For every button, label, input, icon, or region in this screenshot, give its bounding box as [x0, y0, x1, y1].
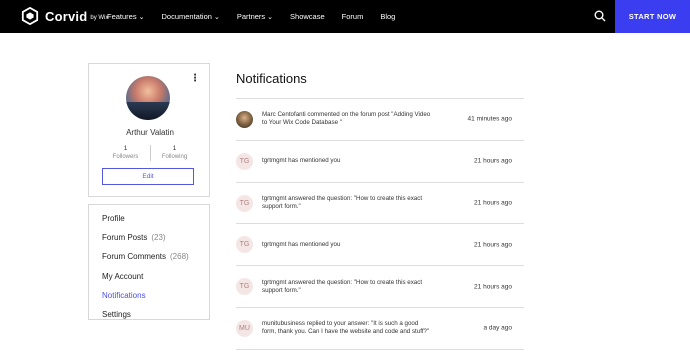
menu-item-forum-posts[interactable]: Forum Posts (23)	[89, 228, 209, 247]
nav-item-forum[interactable]: Forum	[342, 12, 364, 21]
start-now-button[interactable]: START NOW	[615, 0, 690, 33]
avatar: MU	[236, 319, 253, 337]
more-options-icon[interactable]: ⋮	[190, 73, 200, 84]
following-label: Following	[161, 154, 188, 160]
menu-label: Settings	[102, 310, 131, 320]
following-stat[interactable]: 1 Following	[151, 144, 199, 162]
top-navbar: Corvid by Wix Features ⌄ Documentation ⌄ P…	[0, 0, 690, 33]
notification-text: tgrtmgmt has mentioned you	[262, 157, 341, 165]
notification-item[interactable]: TG tgrtmgmt has mentioned you 21 hours a…	[236, 224, 524, 267]
profile-menu: Profile Forum Posts (23) Forum Comments …	[88, 204, 210, 320]
nav-item-blog[interactable]: Blog	[380, 12, 395, 21]
followers-stat[interactable]: 1 Followers	[102, 144, 150, 162]
search-icon[interactable]	[594, 10, 606, 22]
profile-name[interactable]: Arthur Valatin	[89, 128, 211, 137]
menu-label: Profile	[102, 214, 125, 224]
notifications-list: Marc Centofanti commented on the forum p…	[236, 99, 524, 350]
nav-label: Features	[107, 12, 137, 21]
notification-item[interactable]: Marc Centofanti commented on the forum p…	[236, 99, 524, 141]
corvid-logo-icon	[21, 7, 39, 25]
nav-label: Partners	[236, 12, 266, 21]
nav-label: Showcase	[290, 12, 325, 21]
menu-count: (268)	[170, 252, 189, 262]
nav-item-documentation[interactable]: Documentation ⌄	[161, 12, 219, 21]
notification-text: tgrtmgmt has mentioned you	[262, 240, 341, 248]
nav-label: Blog	[380, 12, 396, 21]
notification-text: Marc Centofanti commented on the forum p…	[262, 111, 431, 127]
profile-stats: 1 Followers 1 Following	[89, 144, 211, 162]
avatar	[236, 111, 253, 128]
notification-item[interactable]: TG tgrtmgmt answered the question: "How …	[236, 266, 524, 308]
edit-profile-button[interactable]: Edit	[102, 168, 194, 185]
notification-time: 21 hours ago	[474, 283, 512, 291]
notification-text: munitubusiness replied to your answer: "…	[262, 320, 430, 336]
chevron-down-icon: ⌄	[138, 13, 145, 21]
menu-label: Forum Comments	[102, 252, 167, 262]
menu-item-my-account[interactable]: My Account	[89, 267, 209, 286]
menu-label: Forum Posts	[102, 233, 148, 243]
brand-name: Corvid	[45, 8, 88, 24]
page-title: Notifications	[236, 71, 307, 86]
notification-item[interactable]: TG tgrtmgmt has mentioned you 21 hours a…	[236, 141, 524, 183]
nav-label: Documentation	[161, 12, 212, 21]
avatar: TG	[236, 236, 253, 254]
nav-item-features[interactable]: Features ⌄	[107, 12, 144, 21]
nav-item-showcase[interactable]: Showcase	[290, 12, 325, 21]
followers-count: 1	[123, 145, 128, 152]
followers-label: Followers	[112, 154, 139, 160]
notification-time: 21 hours ago	[474, 241, 512, 249]
main-nav: Features ⌄ Documentation ⌄ Partners ⌄ Showc…	[107, 0, 412, 33]
notification-text: tgrtmgmt answered the question: "How to …	[262, 278, 423, 294]
avatar: TG	[236, 152, 253, 170]
menu-label: My Account	[102, 271, 144, 281]
nav-item-partners[interactable]: Partners ⌄	[237, 12, 273, 21]
following-count: 1	[172, 145, 177, 152]
notification-text: tgrtmgmt answered the question: "How to …	[262, 194, 423, 210]
nav-label: Forum	[341, 12, 364, 21]
notification-item[interactable]: MU munitubusiness replied to your answer…	[236, 308, 524, 350]
menu-item-settings[interactable]: Settings	[89, 305, 209, 324]
notification-time: a day ago	[483, 324, 512, 332]
chevron-down-icon: ⌄	[213, 13, 220, 21]
menu-label: Notifications	[102, 290, 146, 300]
notification-time: 21 hours ago	[474, 157, 512, 165]
profile-card: ⋮ Arthur Valatin 1 Followers 1 Following…	[88, 63, 210, 197]
chevron-down-icon: ⌄	[267, 13, 274, 21]
notification-time: 41 minutes ago	[467, 115, 512, 123]
menu-item-profile[interactable]: Profile	[89, 209, 209, 228]
avatar: TG	[236, 194, 253, 212]
menu-item-forum-comments[interactable]: Forum Comments (268)	[89, 247, 209, 266]
avatar: TG	[236, 278, 253, 296]
brand-by: by Wix	[90, 14, 109, 21]
notification-time: 21 hours ago	[474, 199, 512, 207]
brand-logo[interactable]: Corvid by Wix	[21, 7, 108, 25]
notification-item[interactable]: TG tgrtmgmt answered the question: "How …	[236, 183, 524, 225]
menu-count: (23)	[151, 233, 166, 243]
avatar[interactable]	[126, 76, 170, 120]
menu-item-notifications[interactable]: Notifications	[89, 286, 209, 305]
